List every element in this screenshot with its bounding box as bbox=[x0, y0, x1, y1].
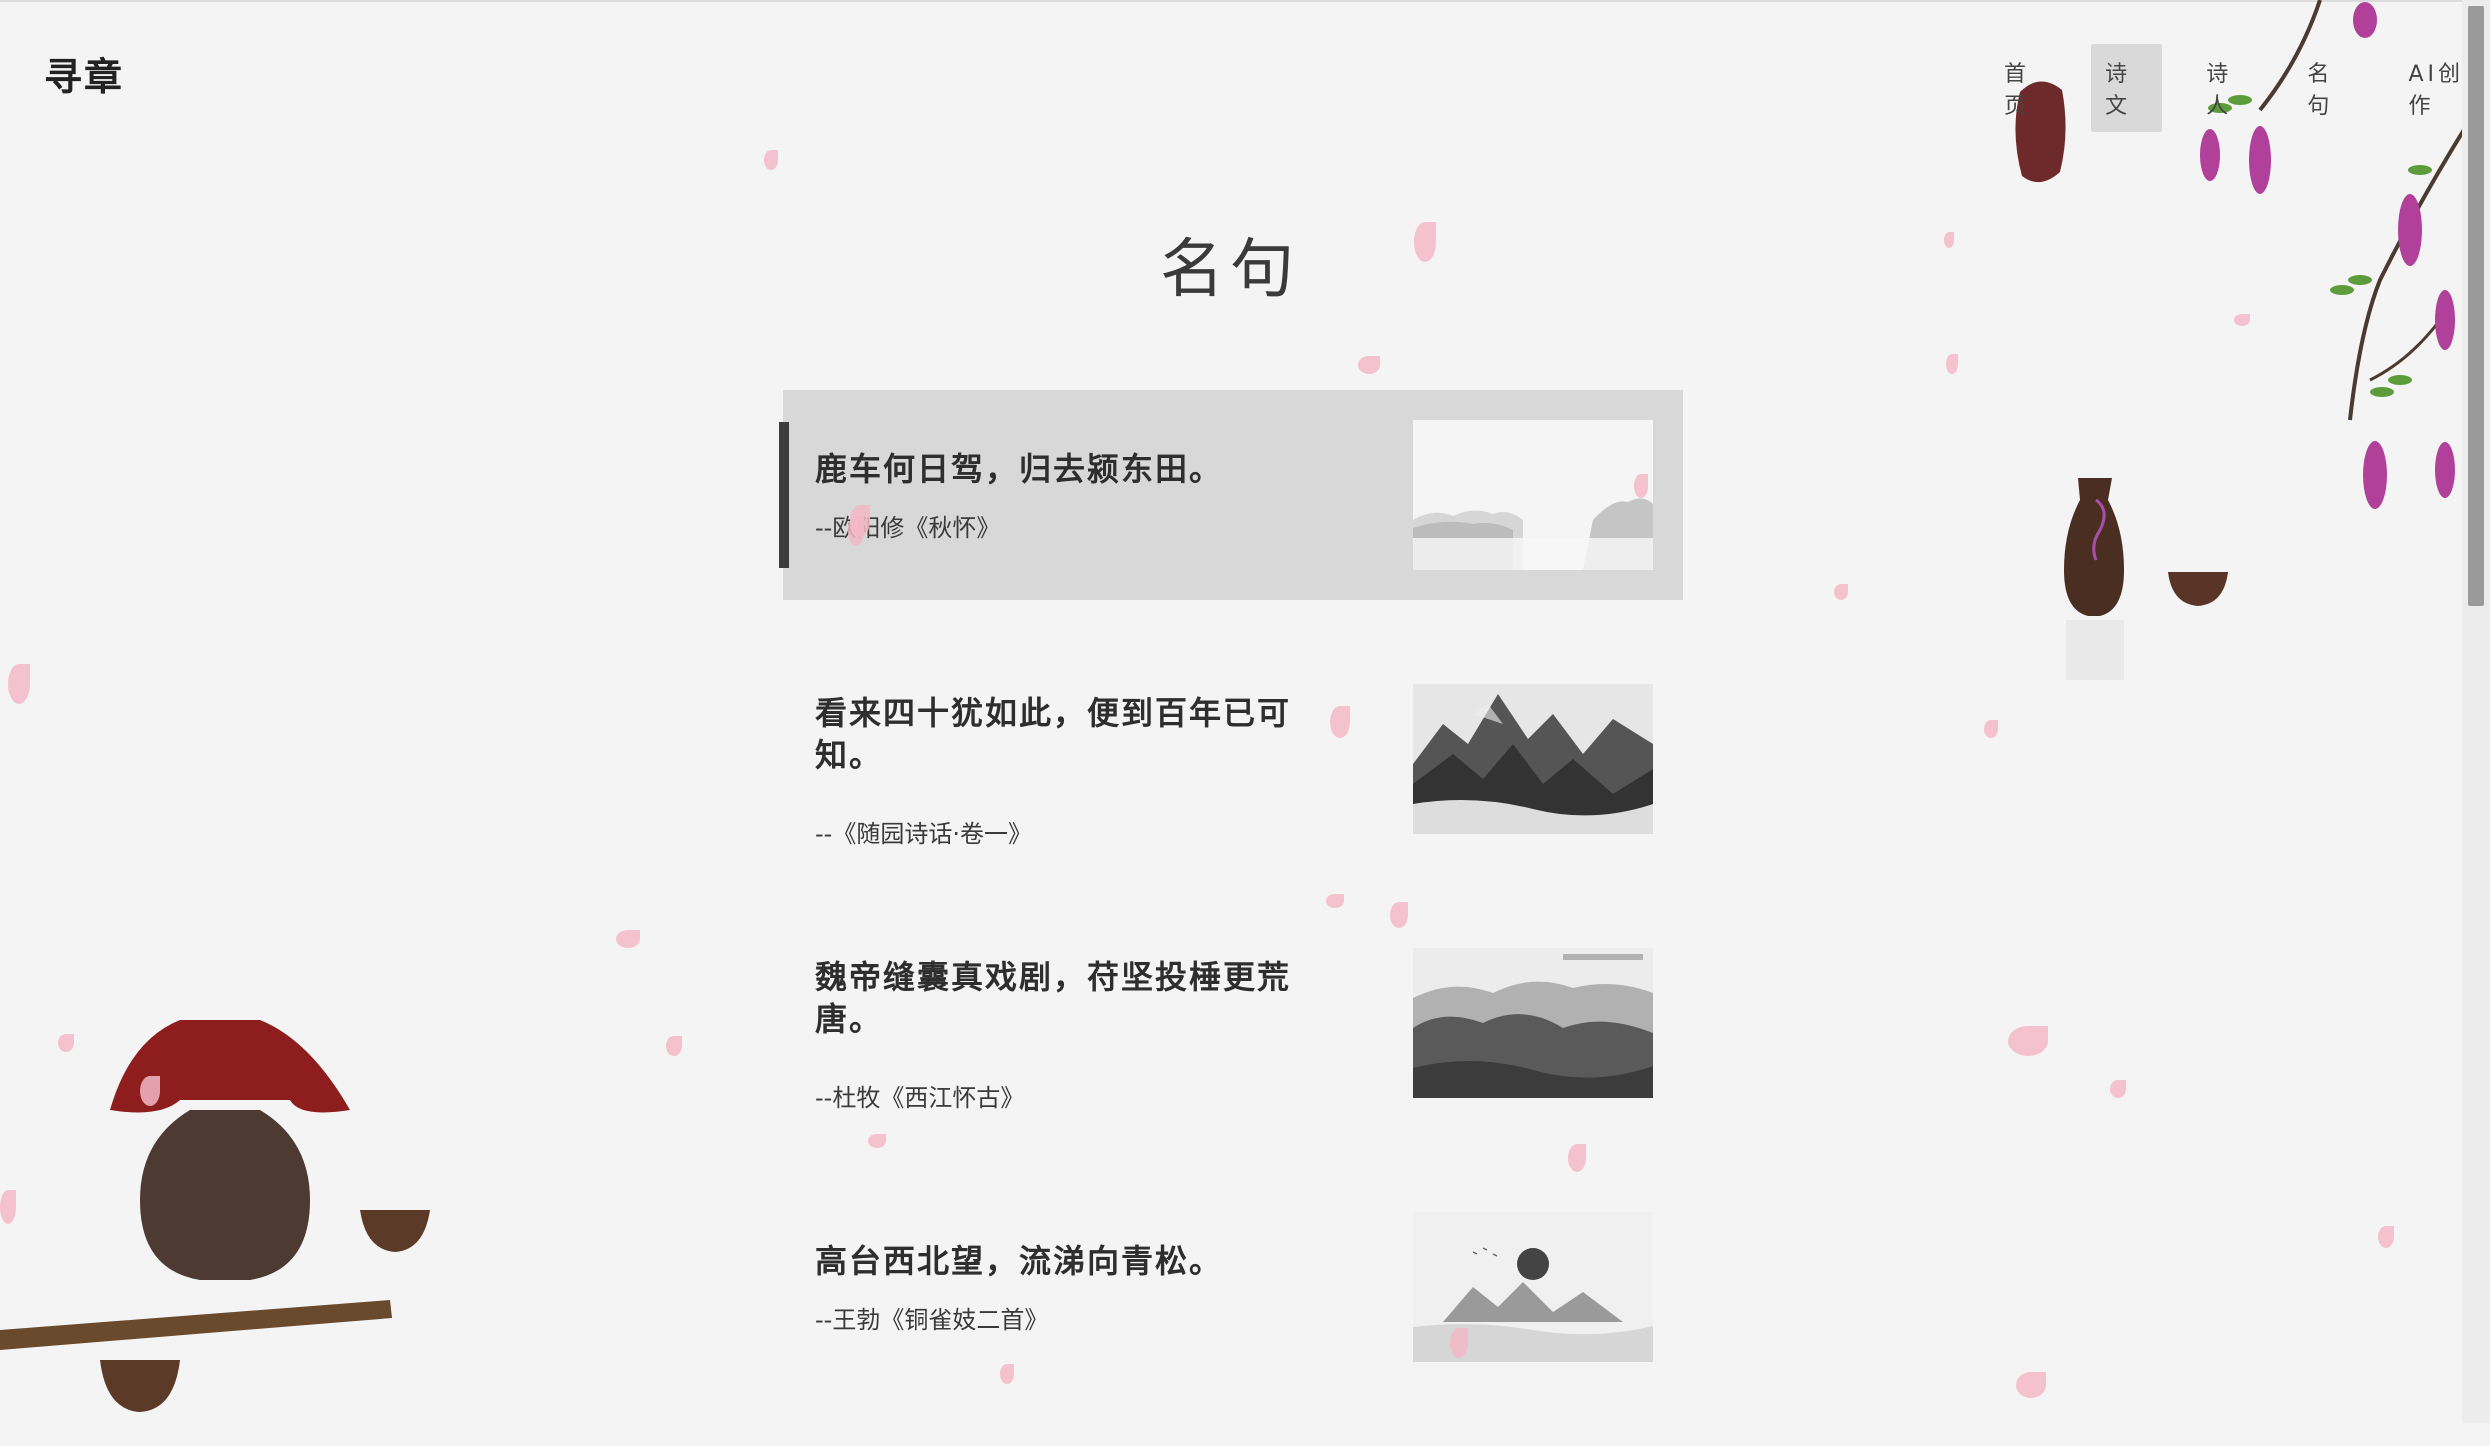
nav-famous-lines[interactable]: 名句 bbox=[2293, 44, 2364, 132]
petal-decoration bbox=[0, 1190, 16, 1224]
nav-poets[interactable]: 诗人 bbox=[2192, 44, 2263, 132]
petal-decoration bbox=[140, 1076, 160, 1106]
quote-thumbnail bbox=[1413, 684, 1653, 834]
petal-decoration bbox=[2008, 1026, 2048, 1056]
page-scrollbar[interactable] bbox=[2462, 0, 2490, 1423]
left-jar-decoration bbox=[0, 1020, 430, 1412]
petal-decoration bbox=[868, 1134, 886, 1148]
petal-decoration bbox=[1326, 894, 1344, 908]
petal-decoration bbox=[1944, 232, 1954, 248]
quote-source: --王勃《铜雀妓二首》 bbox=[815, 1306, 1049, 1334]
site-logo[interactable]: 寻章 bbox=[44, 46, 124, 101]
quote-text: 魏帝缝囊真戏剧，苻坚投棰更荒唐。 bbox=[815, 958, 1292, 1038]
petal-decoration bbox=[616, 930, 640, 948]
quote-card[interactable]: 高台西北望，流涕向青松。 --王勃《铜雀妓二首》 bbox=[783, 1182, 1683, 1392]
quote-text: 看来四十犹如此，便到百年已可知。 bbox=[815, 694, 1292, 774]
quote-text: 鹿车何日驾，归去颍东田。 bbox=[815, 450, 1224, 488]
quote-text: 高台西北望，流涕向青松。 bbox=[815, 1242, 1224, 1280]
quote-card[interactable]: 看来四十犹如此，便到百年已可知。 --《随园诗话·卷一》 bbox=[783, 654, 1683, 864]
quote-thumbnail bbox=[1413, 420, 1653, 570]
nav-ai-creation[interactable]: AI创作 bbox=[2394, 44, 2490, 132]
quote-card[interactable]: 鹿车何日驾，归去颍东田。 --欧阳修《秋怀》 bbox=[779, 390, 1683, 600]
quote-card[interactable]: 魏帝缝囊真戏剧，苻坚投棰更荒唐。 --杜牧《西江怀古》 bbox=[783, 918, 1683, 1128]
top-border bbox=[0, 0, 2490, 2]
petal-decoration bbox=[1390, 902, 1408, 928]
nav-poems[interactable]: 诗文 bbox=[2091, 44, 2163, 132]
petal-decoration bbox=[1946, 354, 1958, 374]
petal-decoration bbox=[1834, 584, 1848, 600]
petal-decoration bbox=[58, 1034, 74, 1052]
petal-decoration bbox=[1330, 706, 1350, 738]
petal-decoration bbox=[2110, 1080, 2126, 1098]
petal-decoration bbox=[2234, 314, 2250, 326]
petal-decoration bbox=[1984, 720, 1998, 738]
quote-source: --《随园诗话·卷一》 bbox=[815, 820, 1032, 848]
quote-source: --欧阳修《秋怀》 bbox=[815, 514, 1001, 542]
petal-decoration bbox=[848, 516, 864, 546]
petal-decoration bbox=[1568, 1144, 1586, 1172]
nav-home[interactable]: 首页 bbox=[1990, 44, 2061, 132]
quote-thumbnail bbox=[1413, 1212, 1653, 1362]
main-nav: 首页 诗文 诗人 名句 AI创作 bbox=[1990, 44, 2490, 132]
petal-decoration bbox=[2016, 1372, 2046, 1398]
quote-list: 鹿车何日驾，归去颍东田。 --欧阳修《秋怀》 看来四十犹如此，便到百年已可知。 … bbox=[779, 390, 1683, 1446]
quote-source: --杜牧《西江怀古》 bbox=[815, 1084, 1025, 1112]
petal-decoration bbox=[1634, 474, 1648, 498]
petal-decoration bbox=[1414, 222, 1436, 262]
petal-decoration bbox=[1358, 356, 1380, 374]
petal-decoration bbox=[1450, 1328, 1468, 1358]
page-title: 名句 bbox=[1160, 233, 1300, 307]
petal-decoration bbox=[8, 664, 30, 704]
petal-decoration bbox=[2378, 1226, 2394, 1248]
petal-decoration bbox=[666, 1036, 682, 1056]
petal-decoration bbox=[764, 150, 778, 170]
wine-jar-decoration bbox=[2064, 478, 2228, 680]
petal-decoration bbox=[1000, 1364, 1014, 1384]
quote-thumbnail bbox=[1413, 948, 1653, 1098]
